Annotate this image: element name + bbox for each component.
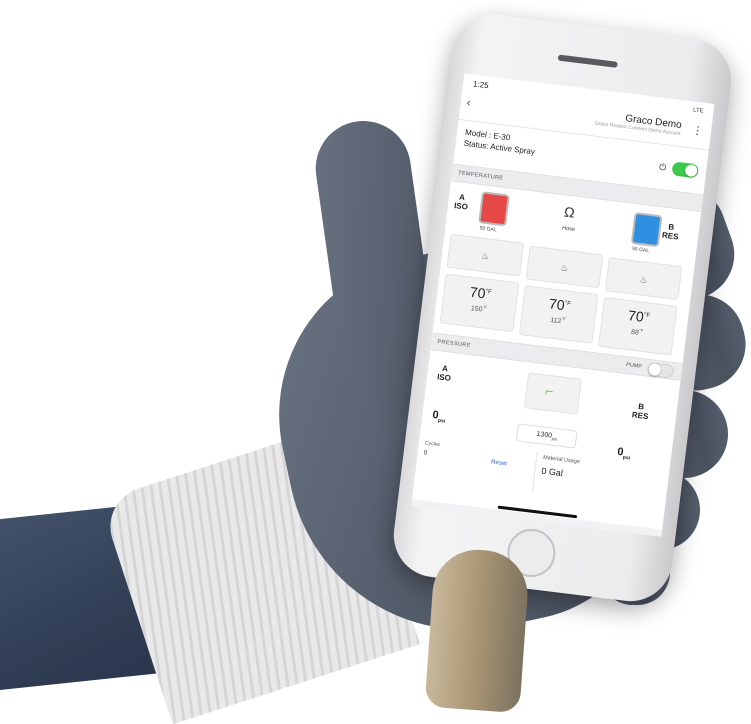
res-label: B RES xyxy=(661,222,681,242)
pressure-res-name: RES xyxy=(631,410,649,422)
cycles-value: 0 xyxy=(423,450,428,457)
divider xyxy=(531,451,538,492)
res-setpoint-number: 88 xyxy=(630,328,640,337)
iso-gallons-unit: GAL xyxy=(486,226,497,234)
iso-temp-unit: °F xyxy=(485,288,493,296)
reset-button[interactable]: Reset xyxy=(491,459,507,467)
hose-heater-button[interactable]: ♨ xyxy=(525,245,604,289)
pressure-setpoint[interactable]: 1300psi xyxy=(515,423,578,449)
pressure-res-label: B RES xyxy=(631,401,650,421)
hose-temp-unit: °F xyxy=(564,300,572,308)
iso-pressure-unit: psi xyxy=(437,417,446,425)
status-time: 1:25 xyxy=(472,78,490,90)
hose-temp-number: 70 xyxy=(548,295,566,314)
res-temp-card[interactable]: 70°F 88°F xyxy=(598,296,678,356)
heater-icon: ♨ xyxy=(638,274,649,286)
res-tank-icon[interactable] xyxy=(630,212,663,248)
hose-icon[interactable]: Ω xyxy=(563,204,575,221)
iso-name: ISO xyxy=(453,201,469,212)
res-gallons: 55 GAL xyxy=(632,246,650,254)
more-vertical-icon[interactable]: ⋮ xyxy=(691,123,704,137)
iso-temp-card[interactable]: 70°F 150°F xyxy=(439,273,520,333)
pressure-setpoint-unit: psi xyxy=(551,436,558,442)
iso-setpoint-unit: °F xyxy=(482,304,488,310)
app-screen: 1:25 LTE ‹ Graco Demo Graco Reactor Conn… xyxy=(411,73,715,537)
res-pressure: 0psi xyxy=(616,446,631,462)
iso-heater-button[interactable]: ♨ xyxy=(446,233,525,277)
iso-gallons-value: 55 xyxy=(479,225,486,232)
pressure-setpoint-value: 1300 xyxy=(536,430,553,440)
toggle-knob xyxy=(647,362,662,377)
power-toggle[interactable] xyxy=(671,161,699,179)
res-temp-unit: °F xyxy=(643,312,651,319)
res-gallons-unit: GAL xyxy=(638,246,650,255)
spray-gun-button[interactable]: ⌐ xyxy=(523,372,582,415)
res-temp-number: 70 xyxy=(627,307,645,325)
iso-tank-icon[interactable] xyxy=(478,191,510,227)
power-icon: ⏻ xyxy=(658,161,667,173)
hose-temp-card[interactable]: 70°F 112°F xyxy=(518,285,599,344)
spray-gun-icon: ⌐ xyxy=(544,382,555,400)
material-usage-value: 0 Gal xyxy=(540,465,564,479)
iso-pressure: 0psi xyxy=(431,409,446,425)
res-pressure-unit: psi xyxy=(622,454,631,462)
pressure-iso-name: ISO xyxy=(436,372,452,383)
hose-setpoint-number: 112 xyxy=(549,316,562,326)
pressure-panel: PUMP A ISO ⌐ B RES 0psi 1300psi 0psi Cyc… xyxy=(412,350,681,530)
res-gallons-value: 55 xyxy=(631,246,639,253)
cycles-label: Cycles xyxy=(424,440,441,449)
iso-gallons: 55 GAL xyxy=(479,225,497,233)
heater-icon: ♨ xyxy=(559,262,569,274)
heater-icon: ♨ xyxy=(480,250,490,262)
iso-setpoint-number: 150 xyxy=(470,305,483,314)
temperature-panel: A ISO 55 GAL Ω Hose B RES 55 GAL ♨ ♨ ♨ 7… xyxy=(432,181,702,364)
hose-setpoint-unit: °F xyxy=(561,315,567,322)
photo-scene: 1:25 LTE ‹ Graco Demo Graco Reactor Conn… xyxy=(0,0,751,724)
pressure-iso-label: A ISO xyxy=(437,363,453,383)
pump-toggle[interactable] xyxy=(646,361,675,379)
iso-label: A ISO xyxy=(454,192,470,212)
hose-label: Hose xyxy=(561,225,576,233)
chevron-left-icon[interactable]: ‹ xyxy=(466,97,471,109)
toggle-knob xyxy=(684,163,698,178)
res-setpoint-unit: °F xyxy=(638,327,644,333)
iso-temp-number: 70 xyxy=(468,283,487,302)
gloved-index-finger xyxy=(424,546,531,714)
network-indicator: LTE xyxy=(692,107,704,115)
res-heater-button[interactable]: ♨ xyxy=(604,257,683,301)
material-usage-label: Material Usage xyxy=(542,454,581,466)
res-name: RES xyxy=(661,230,679,242)
